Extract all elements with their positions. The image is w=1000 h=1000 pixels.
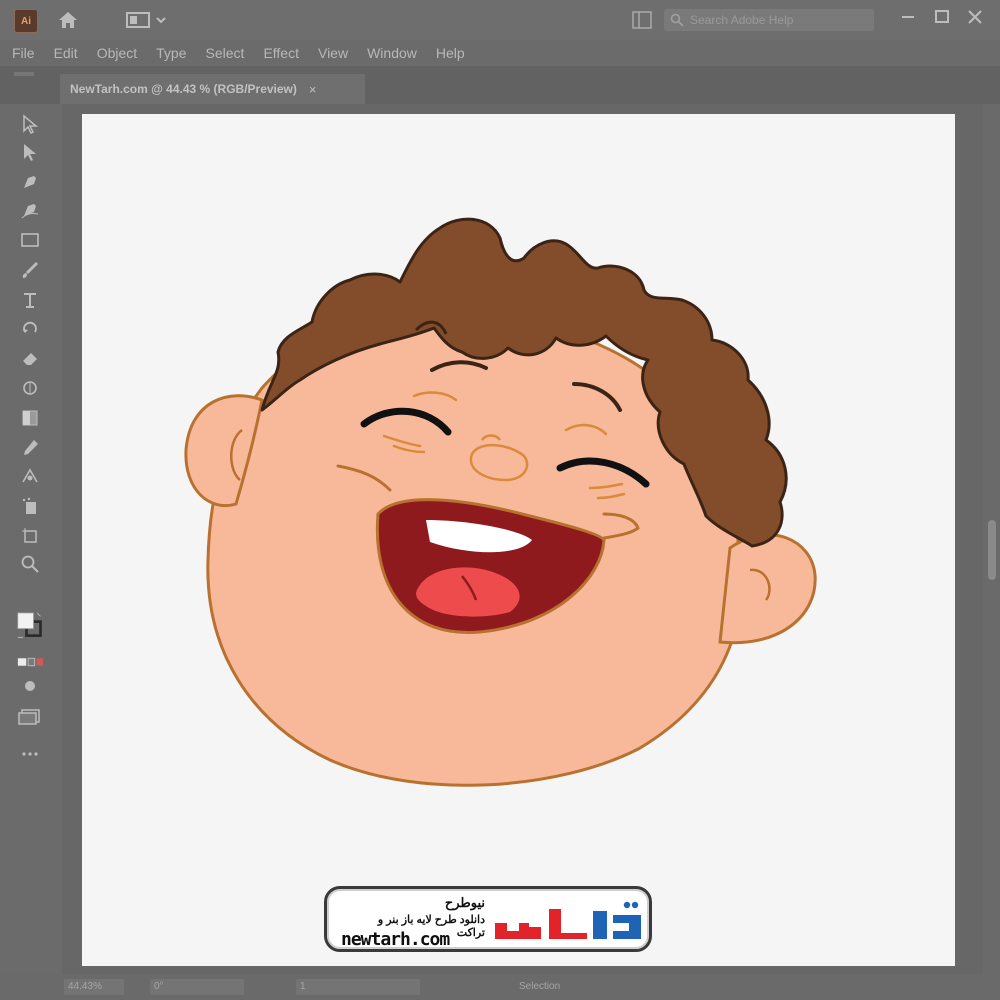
help-search-field[interactable] bbox=[664, 9, 874, 31]
draw-mode-icon[interactable] bbox=[16, 674, 44, 698]
maximize-icon[interactable] bbox=[931, 6, 953, 28]
close-tab-icon[interactable]: × bbox=[309, 82, 317, 97]
menu-type[interactable]: Type bbox=[156, 45, 186, 61]
menu-help[interactable]: Help bbox=[436, 45, 465, 61]
rectangle-icon[interactable] bbox=[16, 228, 44, 252]
document-tab[interactable]: NewTarh.com @ 44.43 % (RGB/Preview) × bbox=[60, 74, 365, 104]
menu-view[interactable]: View bbox=[318, 45, 348, 61]
zoom-level-field[interactable]: 44.43% bbox=[64, 979, 124, 995]
watermark-brand-fa: نیوطرح bbox=[444, 895, 485, 910]
menu-effect[interactable]: Effect bbox=[263, 45, 299, 61]
curvature-icon[interactable] bbox=[16, 198, 44, 222]
close-window-icon[interactable] bbox=[964, 6, 986, 28]
app-logo-icon: Ai bbox=[14, 9, 38, 33]
search-icon bbox=[670, 13, 684, 27]
menu-window[interactable]: Window bbox=[367, 45, 417, 61]
color-mode-icon[interactable] bbox=[16, 650, 44, 674]
fill-stroke-icon[interactable] bbox=[16, 608, 44, 644]
artboard-navigator[interactable]: 1 bbox=[296, 979, 420, 995]
rotation-field[interactable]: 0° bbox=[150, 979, 244, 995]
title-bar: Ai bbox=[0, 0, 1000, 40]
artboard-icon[interactable] bbox=[16, 524, 44, 548]
type-icon[interactable] bbox=[16, 288, 44, 312]
direct-selection-icon[interactable] bbox=[16, 140, 44, 164]
watermark-url: newtarh.com bbox=[341, 929, 450, 950]
vertical-scroll-thumb[interactable] bbox=[988, 520, 996, 580]
help-search-input[interactable] bbox=[688, 12, 862, 28]
panel-grip-icon[interactable] bbox=[14, 72, 34, 76]
status-bar: 44.43% 0° 1 Selection bbox=[0, 974, 1000, 1000]
eyedropper-icon[interactable] bbox=[16, 436, 44, 460]
blend-icon[interactable] bbox=[16, 464, 44, 488]
selection-icon[interactable] bbox=[16, 112, 44, 136]
current-tool-label: Selection bbox=[519, 981, 561, 992]
gradient-icon[interactable] bbox=[16, 406, 44, 430]
screen-mode-icon[interactable] bbox=[16, 704, 44, 728]
menu-file[interactable]: File bbox=[12, 45, 35, 61]
arrange-documents-icon[interactable] bbox=[632, 11, 652, 29]
eraser-icon[interactable] bbox=[16, 346, 44, 370]
app-logo-text: Ai bbox=[21, 15, 31, 27]
workspace-switcher-icon[interactable] bbox=[126, 11, 168, 29]
menu-object[interactable]: Object bbox=[97, 45, 137, 61]
document-tab-bar: NewTarh.com @ 44.43 % (RGB/Preview) × bbox=[0, 66, 1000, 104]
rotate-icon[interactable] bbox=[16, 316, 44, 340]
document-tab-title: NewTarh.com @ 44.43 % (RGB/Preview) bbox=[70, 82, 297, 96]
zoom-icon[interactable] bbox=[16, 552, 44, 576]
paintbrush-icon[interactable] bbox=[16, 258, 44, 282]
symbol-sprayer-icon[interactable] bbox=[16, 494, 44, 518]
newtarh-watermark: نیوطرح دانلود طرح لایه باز بنر و تراکت n… bbox=[324, 886, 652, 952]
pen-icon[interactable] bbox=[16, 170, 44, 194]
menu-edit[interactable]: Edit bbox=[54, 45, 78, 61]
more-tools-icon[interactable] bbox=[16, 742, 44, 766]
artboard[interactable] bbox=[82, 114, 955, 966]
menu-bar: File Edit Object Type Select Effect View… bbox=[0, 40, 1000, 66]
newtarh-logo-icon bbox=[495, 901, 641, 939]
menu-select[interactable]: Select bbox=[206, 45, 245, 61]
minimize-icon[interactable] bbox=[897, 6, 919, 28]
shape-builder-icon[interactable] bbox=[16, 376, 44, 400]
home-icon[interactable] bbox=[56, 8, 80, 32]
